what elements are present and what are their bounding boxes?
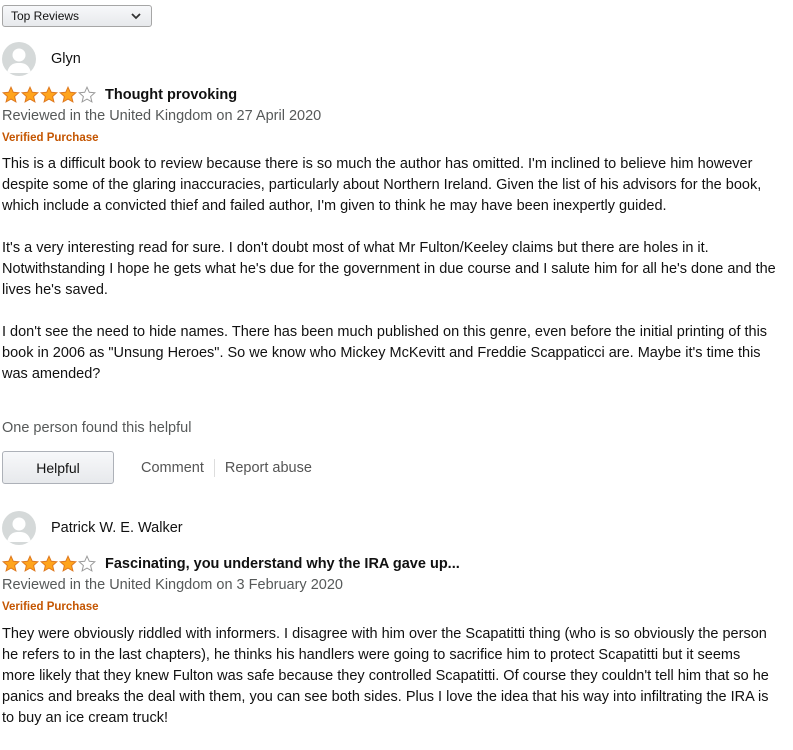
review-paragraph: This is a difficult book to review becau… xyxy=(2,156,762,214)
star-filled-icon xyxy=(2,555,20,572)
verified-purchase-badge[interactable]: Verified Purchase xyxy=(2,132,99,144)
review-body: This is a difficult book to review becau… xyxy=(2,154,777,406)
reviewer-name: Patrick W. E. Walker xyxy=(51,520,183,536)
star-rating[interactable] xyxy=(2,86,97,104)
default-avatar-icon xyxy=(7,48,31,73)
helpful-button[interactable]: Helpful xyxy=(2,451,114,484)
helpful-count: One person found this helpful xyxy=(2,420,192,436)
reviewer-profile[interactable]: Patrick W. E. Walker xyxy=(2,511,183,545)
reviewer-name: Glyn xyxy=(51,51,81,67)
chevron-down-icon xyxy=(131,13,141,20)
report-abuse-link[interactable]: Report abuse xyxy=(215,460,322,476)
review-paragraph: They were obviously riddled with informe… xyxy=(2,626,769,726)
reviewer-profile[interactable]: Glyn xyxy=(2,42,81,76)
avatar xyxy=(2,42,36,76)
star-filled-icon xyxy=(40,86,58,103)
star-rating[interactable] xyxy=(2,555,97,573)
review-paragraph: It's a very interesting read for sure. I… xyxy=(2,240,776,298)
sort-dropdown[interactable]: Top Reviews xyxy=(2,5,152,27)
review-date: Reviewed in the United Kingdom on 3 Febr… xyxy=(2,577,343,593)
star-filled-icon xyxy=(2,86,20,103)
verified-purchase-badge[interactable]: Verified Purchase xyxy=(2,601,99,613)
star-filled-icon xyxy=(40,555,58,572)
star-filled-icon xyxy=(59,555,77,572)
review-title[interactable]: Fascinating, you understand why the IRA … xyxy=(105,556,460,572)
default-avatar-icon xyxy=(7,517,31,542)
review-date: Reviewed in the United Kingdom on 27 Apr… xyxy=(2,108,322,124)
star-filled-icon xyxy=(59,86,77,103)
comment-link[interactable]: Comment xyxy=(131,460,214,476)
star-filled-icon xyxy=(21,555,39,572)
avatar xyxy=(2,511,36,545)
review-paragraph: I don't see the need to hide names. Ther… xyxy=(2,324,768,382)
star-empty-icon xyxy=(78,555,96,572)
review-title[interactable]: Thought provoking xyxy=(105,87,237,103)
sort-selected-label: Top Reviews xyxy=(11,9,80,23)
star-empty-icon xyxy=(78,86,96,103)
review-body: They were obviously riddled with informe… xyxy=(2,624,777,750)
star-filled-icon xyxy=(21,86,39,103)
